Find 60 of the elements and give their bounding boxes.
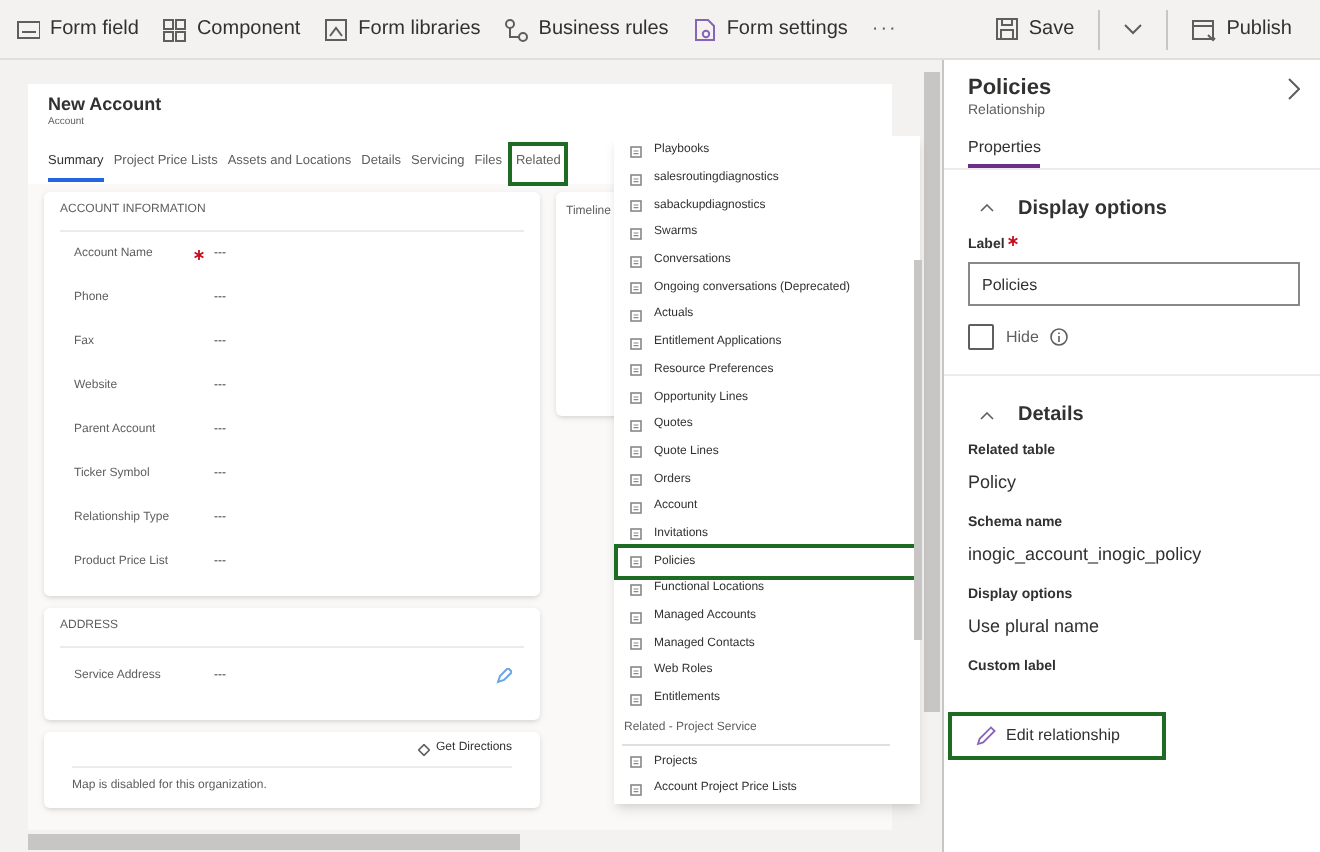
image-icon bbox=[324, 17, 349, 41]
document-icon bbox=[630, 227, 642, 240]
section-toggle[interactable]: Details bbox=[968, 400, 1300, 430]
document-icon bbox=[630, 474, 642, 487]
checkbox-label: Hide bbox=[1006, 325, 1039, 349]
panel-title: Policies bbox=[968, 76, 1052, 102]
more-button[interactable]: ··· bbox=[871, 14, 898, 44]
document-icon bbox=[630, 611, 642, 624]
toolbar-button[interactable]: Form settings bbox=[692, 14, 848, 44]
document-icon bbox=[630, 419, 642, 432]
grid-icon bbox=[162, 17, 187, 41]
document-icon bbox=[630, 756, 642, 769]
form-title: New Account bbox=[48, 94, 164, 116]
diamond-icon bbox=[417, 743, 430, 755]
document-icon bbox=[630, 501, 642, 514]
document-icon bbox=[630, 583, 642, 596]
panel-tab[interactable]: Properties bbox=[968, 135, 1041, 167]
publish-icon bbox=[1192, 17, 1217, 41]
document-icon bbox=[630, 255, 642, 268]
document-icon bbox=[692, 17, 717, 41]
document-icon bbox=[630, 556, 642, 569]
collapse-button[interactable] bbox=[1288, 76, 1300, 100]
dropdown-button[interactable] bbox=[1124, 23, 1143, 35]
document-icon bbox=[630, 200, 642, 213]
document-icon bbox=[630, 665, 642, 678]
save-button[interactable]: Save bbox=[996, 14, 1075, 44]
save-icon bbox=[996, 18, 1019, 40]
edit-relationship-button[interactable]: Edit relationship bbox=[948, 711, 1166, 759]
section-toggle[interactable]: Display options bbox=[968, 193, 1300, 223]
toolbar-button[interactable]: Form field bbox=[16, 14, 139, 44]
pencil-icon bbox=[976, 725, 996, 745]
toolbar-button[interactable]: Form libraries bbox=[324, 14, 481, 44]
chevron-up-icon bbox=[980, 411, 994, 419]
document-icon bbox=[630, 145, 642, 158]
property-value: Policy bbox=[968, 469, 1019, 496]
property-value: inogic_account_inogic_policy bbox=[968, 541, 1204, 568]
chevron-down-icon bbox=[1124, 23, 1143, 35]
document-icon bbox=[630, 446, 642, 459]
publish-button[interactable]: Publish bbox=[1192, 14, 1292, 44]
chevron-right-icon bbox=[1288, 77, 1300, 99]
document-icon bbox=[630, 173, 642, 186]
toolbar-button[interactable]: Business rules bbox=[504, 14, 669, 44]
document-icon bbox=[630, 528, 642, 541]
document-icon bbox=[630, 783, 642, 796]
document-icon bbox=[630, 693, 642, 706]
property-value: Use plural name bbox=[968, 613, 1102, 640]
document-icon bbox=[630, 638, 642, 651]
toolbar-button[interactable]: Component bbox=[162, 14, 301, 44]
flow-icon bbox=[504, 17, 529, 41]
document-icon bbox=[630, 364, 642, 377]
document-icon bbox=[630, 282, 642, 295]
chevron-up-icon bbox=[980, 204, 994, 212]
document-icon bbox=[630, 392, 642, 405]
info-icon bbox=[1050, 328, 1069, 346]
document-icon bbox=[630, 337, 642, 350]
pencil-icon bbox=[496, 668, 512, 684]
document-icon bbox=[630, 309, 642, 322]
label-input[interactable]: Policies bbox=[968, 262, 1300, 306]
hide-checkbox[interactable] bbox=[968, 324, 994, 350]
textbox-icon bbox=[16, 17, 40, 41]
